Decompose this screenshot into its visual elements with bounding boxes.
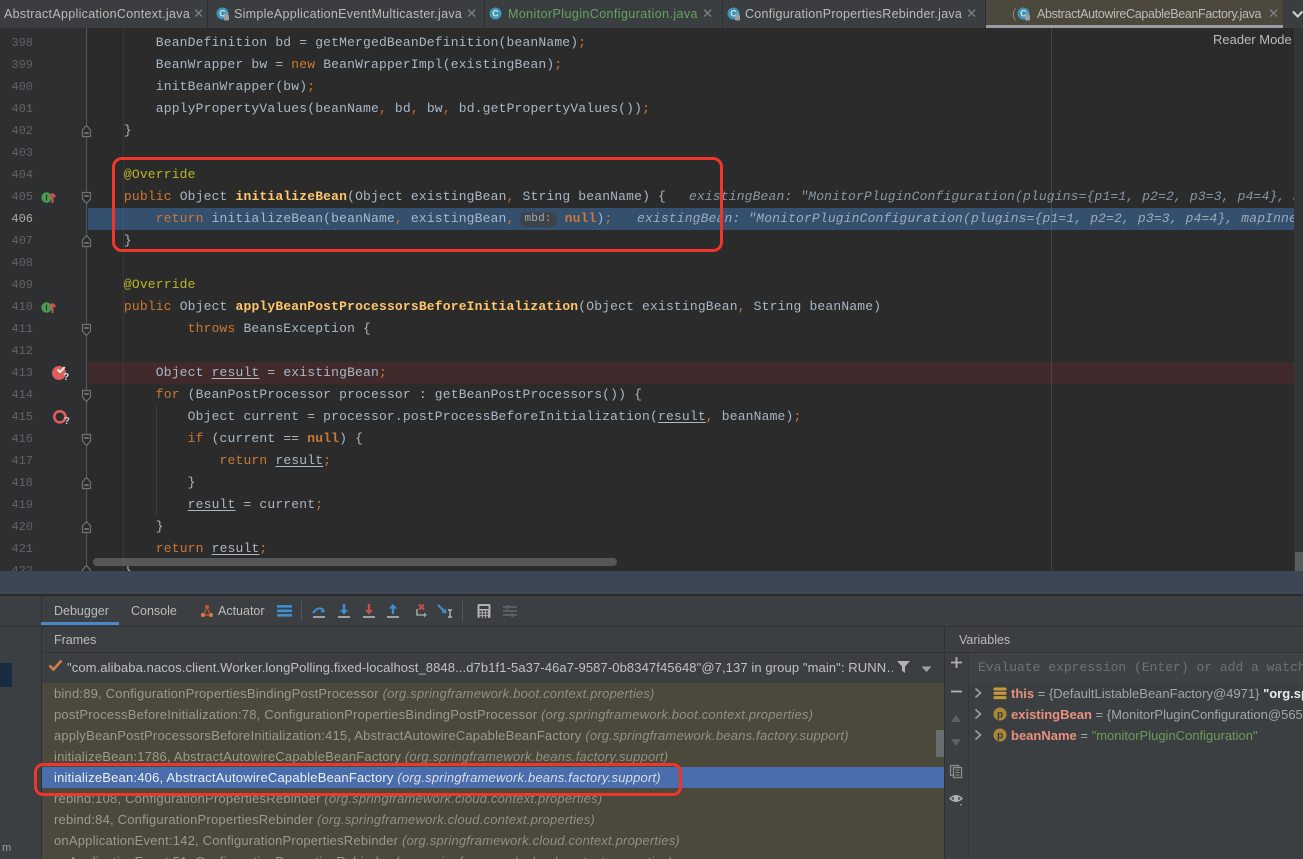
svg-text:p: p — [997, 710, 1003, 721]
svg-text:?: ? — [64, 416, 70, 426]
svg-text:I: I — [45, 303, 47, 312]
svg-text:?: ? — [63, 372, 69, 382]
svg-text:p: p — [997, 731, 1003, 742]
svg-text:C: C — [492, 9, 499, 19]
svg-text:I: I — [45, 193, 47, 202]
